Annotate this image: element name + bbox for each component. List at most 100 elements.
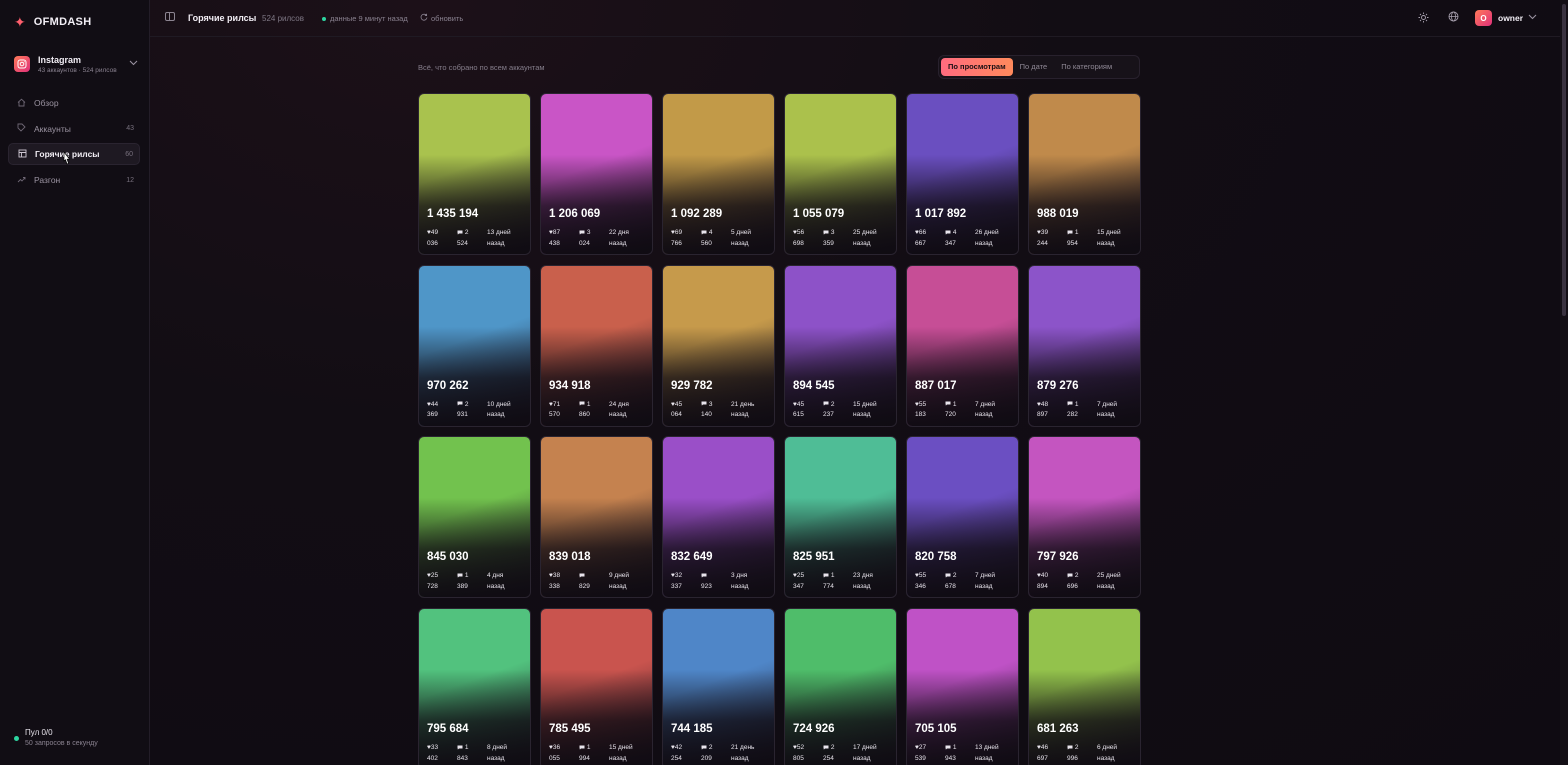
reel-views: 681 263 xyxy=(1037,723,1079,736)
comment-icon xyxy=(823,572,829,579)
comments-value-bottom: 931 xyxy=(457,411,468,419)
reel-age: 7 дней назад xyxy=(1097,400,1135,421)
reel-card[interactable]: 929 782 ♥45 064 3 140 21 день назад xyxy=(662,264,775,427)
age-line-2: назад xyxy=(975,582,993,590)
reel-comments: 2 996 xyxy=(1067,743,1097,764)
reel-likes: ♥55 346 xyxy=(915,571,945,592)
reel-age: 22 дня назад xyxy=(609,228,647,249)
comments-line: 3 xyxy=(823,228,853,239)
trending-up-icon xyxy=(16,175,26,186)
reel-card[interactable]: 820 758 ♥55 346 2 678 7 дней назад xyxy=(906,436,1019,599)
comments-value-bottom: 282 xyxy=(1067,411,1078,419)
comment-icon xyxy=(945,401,951,408)
age-line-1: 10 дней xyxy=(487,400,511,408)
sidebar-item-boost[interactable]: Разгон 12 xyxy=(8,169,140,191)
likes-line: ♥56 xyxy=(793,228,823,239)
reel-card[interactable]: 879 276 ♥48 897 1 282 7 дней назад xyxy=(1028,264,1141,427)
reel-comments: 2 696 xyxy=(1067,571,1097,592)
sort-by-date-button[interactable]: По дате xyxy=(1013,58,1055,76)
sidebar-toggle-icon[interactable] xyxy=(165,12,175,21)
comments-line: 1 xyxy=(579,400,609,411)
reel-comments: 1 774 xyxy=(823,571,853,592)
age-line-1: 6 дней xyxy=(1097,744,1118,752)
reel-card[interactable]: 1 435 194 ♥49 036 2 524 13 дней назад xyxy=(418,93,531,255)
reel-card[interactable]: 795 684 ♥33 402 1 843 8 дней назад xyxy=(418,608,531,765)
card-gradient-overlay xyxy=(907,609,1018,765)
reel-card[interactable]: 845 030 ♥25 728 1 389 4 дня назад xyxy=(418,436,531,599)
refresh-button[interactable]: обновить xyxy=(420,13,463,23)
reel-card[interactable]: 832 649 ♥32 337 923 3 дня назад xyxy=(662,436,775,599)
age-line-1: 3 дня xyxy=(731,572,748,580)
reel-likes: ♥36 055 xyxy=(549,743,579,764)
comments-value-bottom: 209 xyxy=(701,754,712,762)
likes-line: ♥38 xyxy=(549,571,579,582)
reel-comments: 4 347 xyxy=(945,228,975,249)
reel-likes: ♥25 728 xyxy=(427,571,457,592)
reel-card[interactable]: 825 951 ♥25 347 1 774 23 дня назад xyxy=(784,436,897,599)
likes-value-top: 55 xyxy=(918,572,927,580)
reel-card[interactable]: 887 017 ♥55 183 1 720 7 дней назад xyxy=(906,264,1019,427)
reel-card[interactable]: 681 263 ♥46 697 2 996 6 дней назад xyxy=(1028,608,1141,765)
reel-stats: ♥55 183 1 720 7 дней назад xyxy=(915,400,1015,421)
reel-card[interactable]: 1 206 069 ♥87 438 3 024 22 дня назад xyxy=(540,93,653,255)
reel-likes: ♥87 438 xyxy=(549,228,579,249)
reel-likes: ♥55 183 xyxy=(915,400,945,421)
likes-line: ♥39 xyxy=(1037,228,1067,239)
likes-line: ♥25 xyxy=(793,571,823,582)
platform-switcher[interactable]: Instagram 43 аккаунтов · 524 рилсов xyxy=(8,49,142,79)
reel-card[interactable]: 839 018 ♥38 338 829 9 дней назад xyxy=(540,436,653,599)
likes-value-bottom: 346 xyxy=(915,582,926,590)
reel-views: 887 017 xyxy=(915,379,957,392)
comments-line xyxy=(579,571,609,582)
sort-by-category-button[interactable]: По категориям xyxy=(1054,58,1119,76)
reel-card[interactable]: 934 918 ♥71 570 1 860 24 дня назад xyxy=(540,264,653,427)
reel-comments: 3 024 xyxy=(579,228,609,249)
sidebar-item-overview[interactable]: Обзор xyxy=(8,92,140,114)
reel-card[interactable]: 970 262 ♥44 369 2 931 10 дней назад xyxy=(418,264,531,427)
age-line-1: 7 дней xyxy=(975,572,996,580)
likes-value-top: 36 xyxy=(552,744,561,752)
likes-line: ♥66 xyxy=(915,228,945,239)
reel-card[interactable]: 1 092 289 ♥69 766 4 560 5 дней назад xyxy=(662,93,775,255)
data-status-text: данные 9 минут назад xyxy=(330,14,408,23)
comments-line: 1 xyxy=(1067,400,1097,411)
reel-likes: ♥40 894 xyxy=(1037,571,1067,592)
reel-card[interactable]: 744 185 ♥42 254 2 209 21 день назад xyxy=(662,608,775,765)
comments-line: 2 xyxy=(823,743,853,754)
reel-age: 25 дней назад xyxy=(853,228,891,249)
age-line-2: назад xyxy=(487,754,505,762)
sidebar-item-hot-reels[interactable]: Горячие рилсы 60 xyxy=(8,143,140,166)
brand[interactable]: ✦ OFMDASH xyxy=(14,15,91,29)
age-line-2: назад xyxy=(487,582,505,590)
age-line-2: назад xyxy=(975,754,993,762)
reel-card[interactable]: 1 055 079 ♥56 698 3 359 25 дней назад xyxy=(784,93,897,255)
reel-likes: ♥27 539 xyxy=(915,743,945,764)
reel-card[interactable]: 724 926 ♥52 805 2 254 17 дней назад xyxy=(784,608,897,765)
reel-views: 825 951 xyxy=(793,551,835,564)
sort-by-views-button[interactable]: По просмотрам xyxy=(941,58,1013,76)
comments-line: 3 xyxy=(701,400,731,411)
grid-icon xyxy=(17,149,27,160)
avatar[interactable]: O xyxy=(1475,10,1492,26)
comments-line: 1 xyxy=(1067,228,1097,239)
scrollbar[interactable] xyxy=(1560,0,1568,765)
reel-card[interactable]: 894 545 ♥45 615 2 237 15 дней назад xyxy=(784,264,897,427)
user-name[interactable]: owner xyxy=(1498,13,1523,23)
comments-value-bottom: 860 xyxy=(579,411,590,419)
comment-icon xyxy=(457,744,463,751)
reel-card[interactable]: 797 926 ♥40 894 2 696 25 дней назад xyxy=(1028,436,1141,599)
reel-card[interactable]: 705 105 ♥27 539 1 943 13 дней назад xyxy=(906,608,1019,765)
chevron-down-icon[interactable] xyxy=(1528,12,1537,22)
sun-icon[interactable] xyxy=(1418,12,1429,26)
reel-card[interactable]: 785 495 ♥36 055 1 994 15 дней назад xyxy=(540,608,653,765)
scrollbar-thumb[interactable] xyxy=(1562,4,1566,316)
reel-card[interactable]: 1 017 892 ♥66 667 4 347 26 дней назад xyxy=(906,93,1019,255)
likes-line: ♥49 xyxy=(427,228,457,239)
globe-icon[interactable] xyxy=(1448,11,1459,25)
sidebar-item-label: Обзор xyxy=(34,98,59,108)
sidebar-item-accounts[interactable]: Аккаунты 43 xyxy=(8,118,140,140)
likes-line: ♥45 xyxy=(793,400,823,411)
reel-card[interactable]: 988 019 ♥39 244 1 954 15 дней назад xyxy=(1028,93,1141,255)
reel-views: 934 918 xyxy=(549,379,591,392)
reel-age: 15 дней назад xyxy=(1097,228,1135,249)
